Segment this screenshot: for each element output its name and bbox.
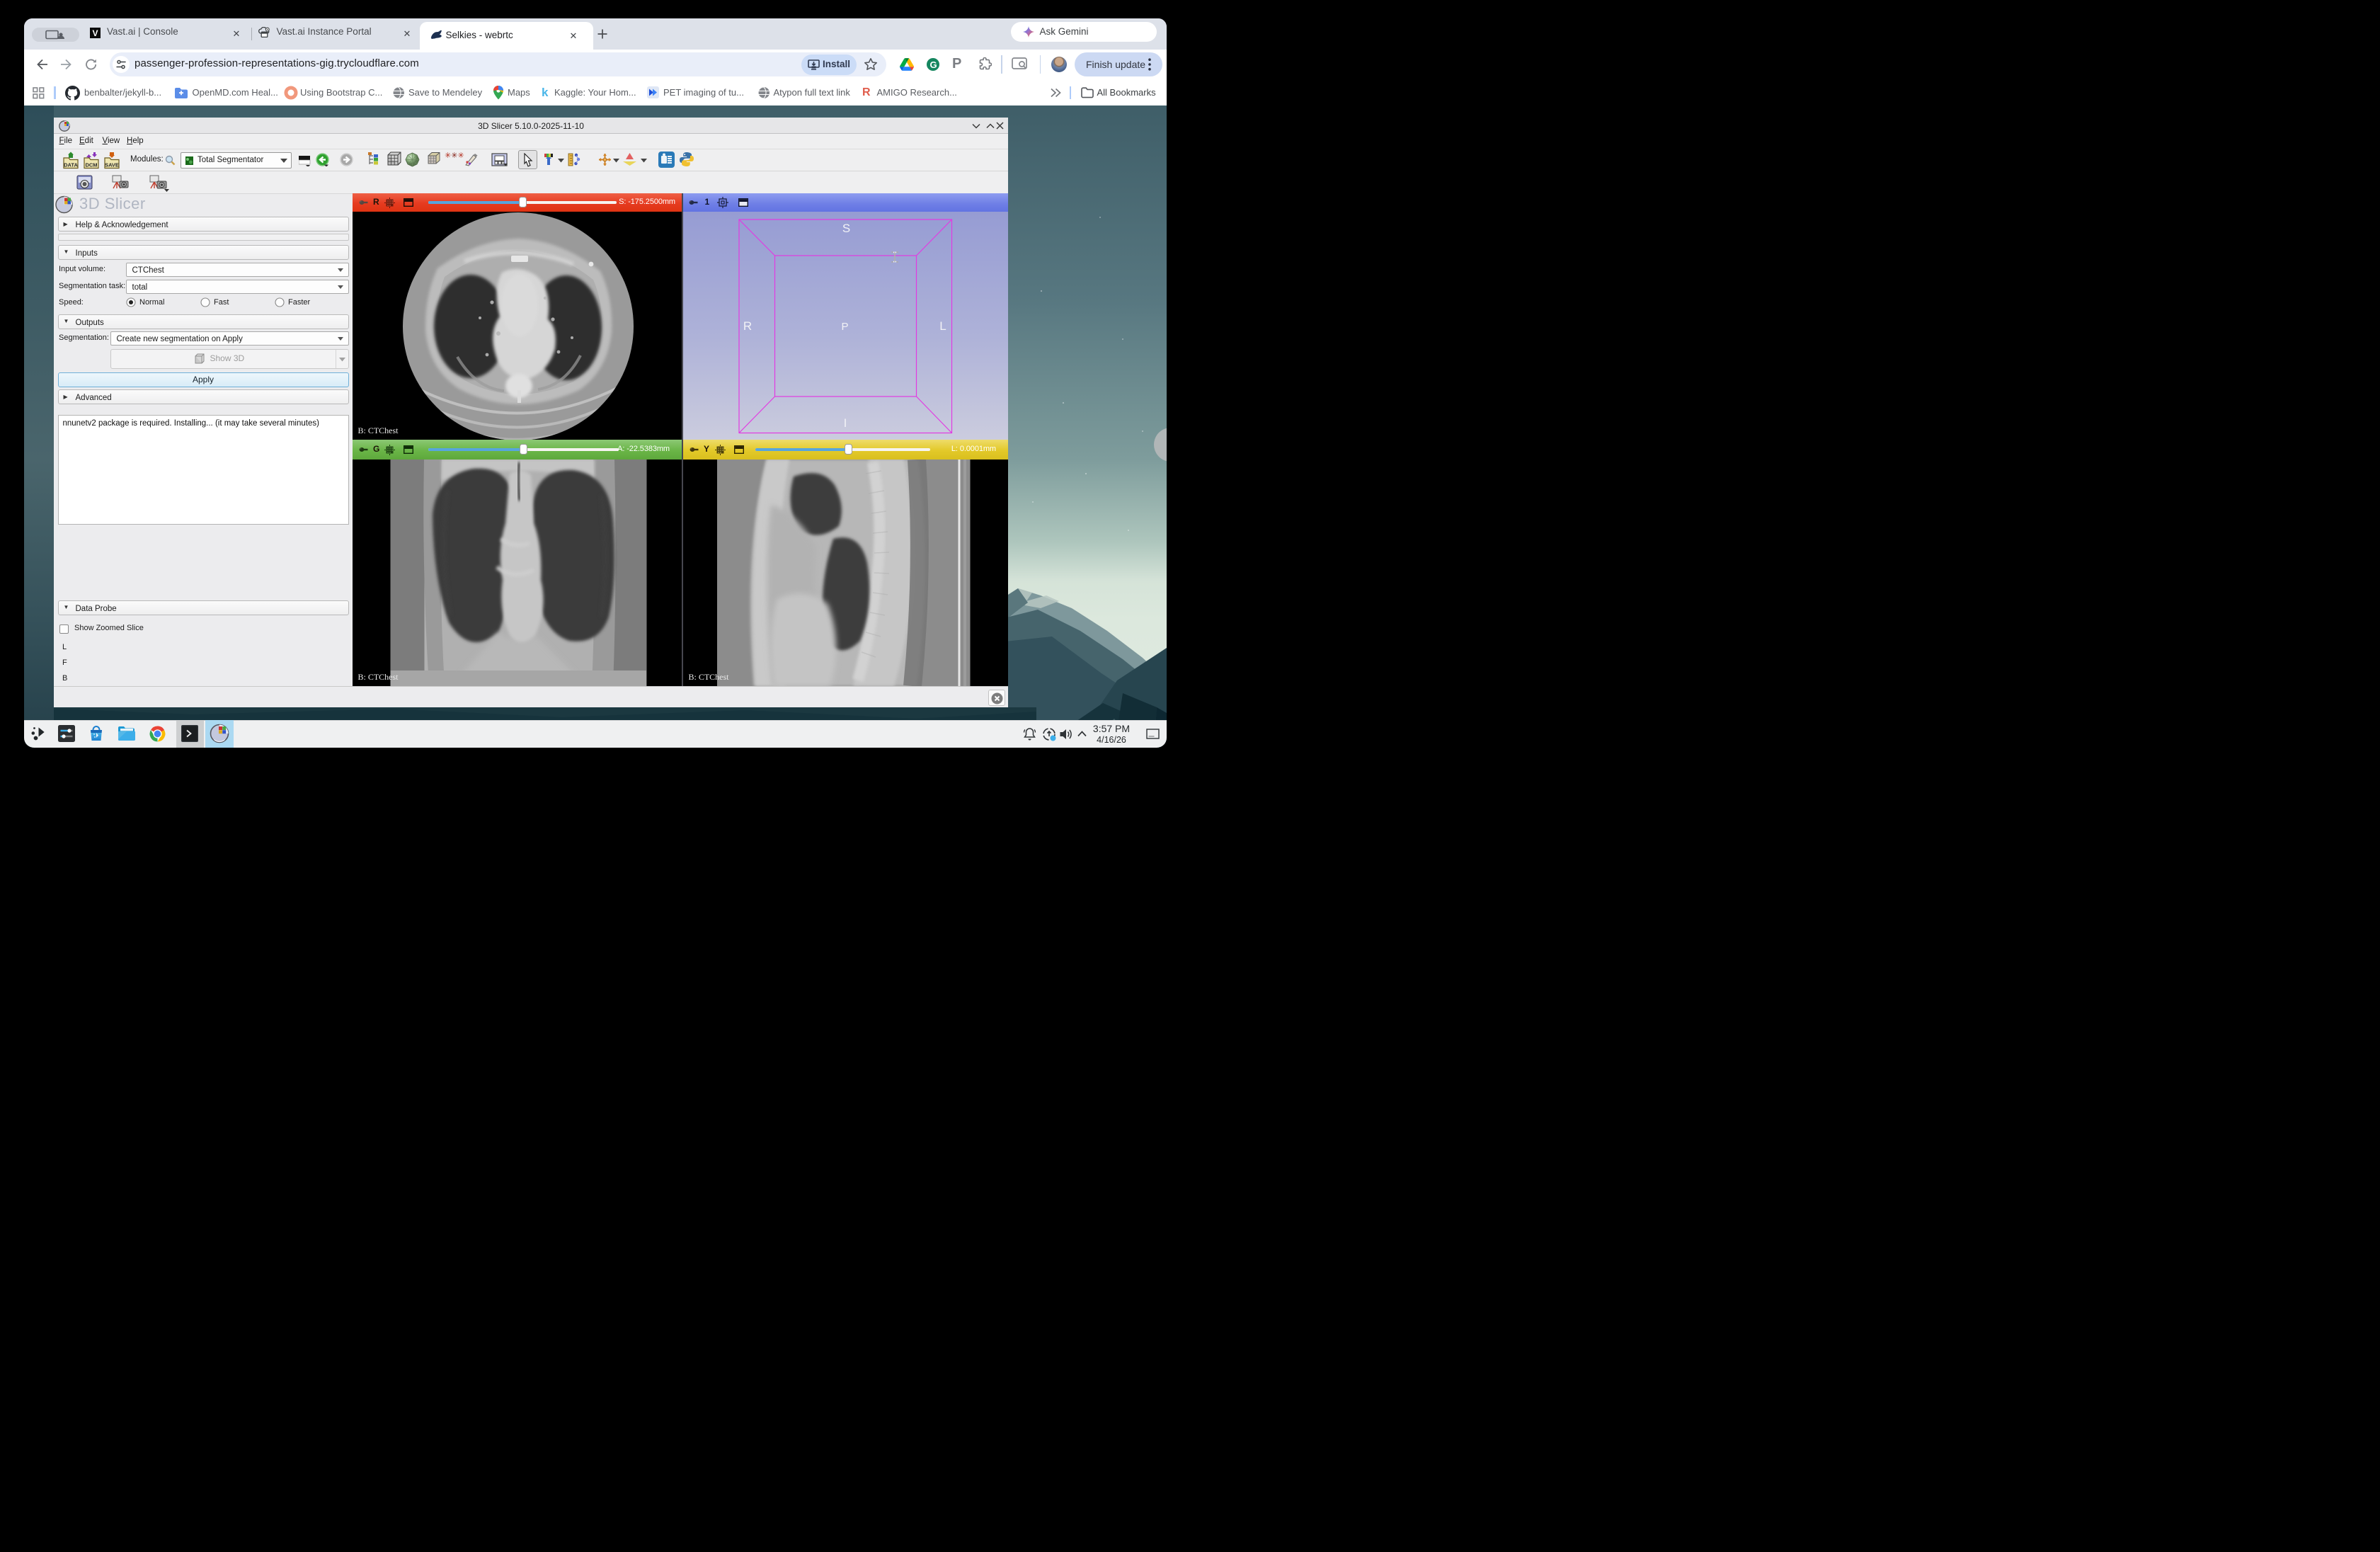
svg-text:R: R [743,319,751,333]
svg-text:S: S [842,222,849,235]
svg-text:L: L [939,319,946,333]
svg-text:P: P [841,321,848,333]
svg-text:V: V [92,28,98,38]
svg-text:I: I [843,416,847,430]
